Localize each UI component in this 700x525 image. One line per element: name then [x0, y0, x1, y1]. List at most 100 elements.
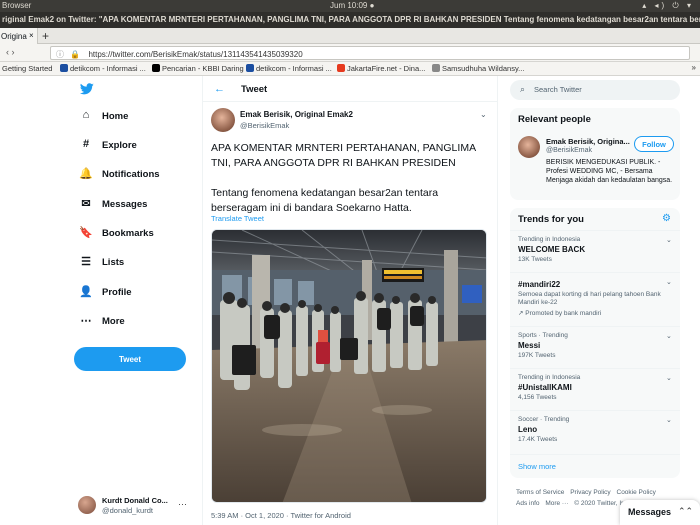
home-icon: ⌂	[82, 109, 90, 121]
sidebar-item-label: Bookmarks	[102, 228, 154, 239]
os-clock[interactable]: Jum 10:09 ●	[330, 1, 374, 10]
search-icon: ⌕	[520, 84, 526, 94]
bookmarks-overflow-button[interactable]: »	[692, 63, 696, 72]
footer-link[interactable]: More ···	[545, 500, 568, 507]
trend-name: #mandiri22	[518, 280, 561, 289]
trend-count: 4,156 Tweets	[518, 394, 557, 401]
new-tab-button[interactable]: +	[42, 29, 49, 43]
browser-tab[interactable]: Origina ×	[0, 28, 38, 44]
sidebar-item-label: Home	[102, 111, 129, 122]
chevron-down-icon[interactable]: ⌄	[666, 374, 672, 382]
globe-favicon-icon	[432, 64, 440, 72]
trend-promoted: ↗ Promoted by bank mandiri	[518, 309, 674, 317]
header-divider	[202, 101, 498, 102]
author-avatar[interactable]	[211, 108, 235, 132]
trend-description: Semoea dapat korting di hari pelang taho…	[518, 291, 661, 306]
trend-item[interactable]: Sports · Trending Messi 197K Tweets ⌄	[518, 332, 674, 359]
tab-label: Origina	[1, 32, 27, 41]
more-icon: ⋯	[80, 315, 92, 327]
sidebar-item-label: More	[102, 316, 125, 327]
bell-icon: 🔔	[79, 168, 93, 180]
trend-count: Promoted by bank mandiri	[525, 310, 602, 317]
bookmarks-bar: Getting Started detikcom - Informasi ...…	[0, 62, 700, 76]
os-app-name: Browser	[2, 1, 32, 10]
panel-title: Relevant people	[518, 114, 591, 125]
page-title: Tweet	[241, 84, 268, 95]
back-forward-buttons[interactable]: ‹ ›	[6, 47, 15, 57]
bookmark-item[interactable]: Pencarian - KBBI Daring	[152, 64, 244, 73]
nav-bar: ‹ › ⓘ 🔒 https://twitter.com/BerisikEmak/…	[0, 44, 700, 62]
follow-button[interactable]: Follow	[634, 136, 674, 152]
author-name[interactable]: Emak Berisik, Original Emak2	[240, 110, 353, 119]
relevant-person-bio: BERISIK MENGEDUKASI PUBLIK. -Profesi WED…	[546, 159, 673, 184]
messages-drawer[interactable]: Messages ⌃⌃	[620, 500, 700, 525]
search-placeholder: Search Twitter	[534, 85, 582, 94]
bookmark-item[interactable]: JakartaFire.net - Dina...	[337, 64, 425, 73]
back-arrow-icon[interactable]: ←	[214, 83, 225, 95]
bookmark-item[interactable]: Getting Started	[2, 64, 52, 73]
trend-count: 17.4K Tweets	[518, 436, 558, 443]
trend-context: Trending in Indonesia	[518, 374, 581, 381]
footer-link[interactable]: Ads info	[516, 500, 540, 507]
bookmark-item[interactable]: detikcom - Informasi ...	[60, 64, 146, 73]
bookmark-label: Pencarian - KBBI Daring	[162, 64, 244, 73]
envelope-icon: ✉	[81, 198, 91, 210]
footer-link[interactable]: Cookie Policy	[617, 489, 656, 496]
os-tray-icons[interactable]: ▴ ◂) ⏻ ▾	[642, 1, 694, 11]
sidebar-item-label: Notifications	[102, 169, 160, 180]
bookmark-label: Getting Started	[2, 64, 53, 73]
translate-tweet-link[interactable]: Translate Tweet	[211, 214, 264, 223]
divider	[510, 230, 680, 231]
tweet-photo[interactable]	[211, 229, 487, 503]
bookmark-item[interactable]: detikcom - Informasi ...	[246, 64, 332, 73]
info-icon[interactable]: ⓘ	[56, 50, 64, 59]
chevron-down-icon[interactable]: ⌄	[666, 416, 672, 424]
search-input[interactable]: ⌕ Search Twitter	[510, 80, 680, 100]
chevron-down-icon[interactable]: ⌄	[480, 110, 487, 119]
account-switcher[interactable]: Kurdt Donald Co... @donald_kurdt ···	[78, 494, 188, 518]
footer-link[interactable]: Privacy Policy	[570, 489, 610, 496]
chevron-down-icon[interactable]: ⌄	[666, 332, 672, 340]
trend-count: 197K Tweets	[518, 352, 556, 359]
divider	[510, 272, 680, 273]
person-icon: 👤	[79, 286, 93, 298]
trend-count: 13K Tweets	[518, 256, 552, 263]
show-more-link[interactable]: Show more	[518, 462, 556, 471]
bookmark-label: JakartaFire.net - Dina...	[347, 64, 426, 73]
relevant-person-name[interactable]: Emak Berisik, Origina...	[546, 137, 630, 146]
chevron-down-icon[interactable]: ⌄	[666, 278, 672, 286]
relevant-person-handle[interactable]: @BerisikEmak	[546, 147, 592, 154]
trend-item[interactable]: #mandiri22 Semoea dapat korting di hari …	[518, 278, 674, 317]
detik-favicon-icon	[246, 64, 254, 72]
sidebar-item-label: Profile	[102, 287, 132, 298]
bookmark-item[interactable]: Samsudhuha Wildansy...	[432, 64, 524, 73]
tab-close-icon[interactable]: ×	[29, 31, 34, 40]
trend-item[interactable]: Trending in Indonesia WELCOME BACK 13K T…	[518, 236, 674, 263]
author-handle[interactable]: @BerisikEmak	[240, 121, 289, 130]
more-icon[interactable]: ···	[178, 499, 187, 509]
footer-link[interactable]: Terms of Service	[516, 489, 564, 496]
tweet-paragraph: Tentang fenomena kedatangan besar2an ten…	[211, 187, 439, 214]
compose-tweet-button[interactable]: Tweet	[74, 347, 186, 371]
trend-item[interactable]: Trending in Indonesia #UnistallKAMI 4,15…	[518, 374, 674, 401]
twitter-bird-icon[interactable]	[80, 83, 94, 95]
trend-name: Leno	[518, 425, 538, 434]
jakartafire-favicon-icon	[337, 64, 345, 72]
chevron-down-icon[interactable]: ⌄	[666, 236, 672, 244]
url-text[interactable]: https://twitter.com/BerisikEmak/status/1…	[88, 50, 302, 59]
avatar[interactable]	[518, 136, 540, 158]
url-bar[interactable]: ⓘ 🔒 https://twitter.com/BerisikEmak/stat…	[50, 46, 690, 60]
divider	[510, 410, 680, 411]
expand-up-icon[interactable]: ⌃⌃	[678, 506, 693, 517]
account-name: Kurdt Donald Co...	[102, 496, 168, 505]
trend-name: #UnistallKAMI	[518, 383, 572, 392]
tweet-timestamp[interactable]: 5:39 AM · Oct 1, 2020 · Twitter for Andr…	[211, 511, 351, 520]
trend-item[interactable]: Soccer · Trending Leno 17.4K Tweets ⌄	[518, 416, 674, 443]
gear-icon[interactable]: ⚙	[662, 213, 671, 224]
trend-context: Sports · Trending	[518, 332, 568, 339]
account-handle: @donald_kurdt	[102, 506, 153, 515]
bookmark-label: detikcom - Informasi ...	[256, 64, 332, 73]
detik-favicon-icon	[60, 64, 68, 72]
avatar	[78, 496, 96, 514]
bookmark-label: detikcom - Informasi ...	[70, 64, 146, 73]
